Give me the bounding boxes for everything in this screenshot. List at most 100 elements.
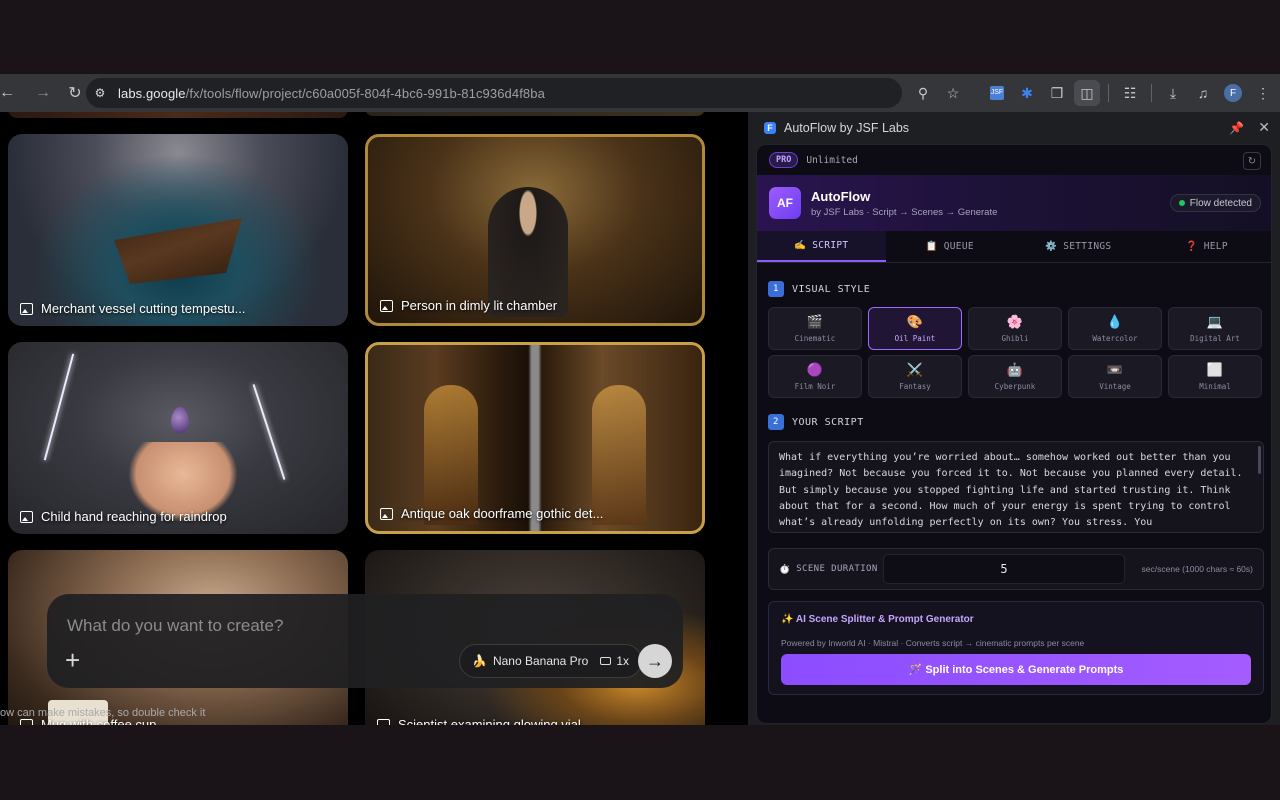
tile-caption: Antique oak doorframe gothic det... xyxy=(380,506,603,521)
extension-logo-icon: F xyxy=(764,122,776,134)
gallery-tile-partial[interactable] xyxy=(8,112,348,118)
brand-header: AF AutoFlow by JSF Labs · Script → Scene… xyxy=(757,175,1271,231)
brand-subtitle: by JSF Labs · Script → Scenes → Generate xyxy=(811,206,998,218)
script-textarea[interactable]: What if everything you’re worried about…… xyxy=(768,441,1264,533)
add-media-icon[interactable]: + xyxy=(65,647,80,673)
lightning-illustration xyxy=(252,384,286,480)
clapper-icon: 🎬 xyxy=(806,314,824,329)
image-icon xyxy=(20,302,33,315)
doorway-illustration xyxy=(424,385,478,525)
tile-caption: Merchant vessel cutting tempestu... xyxy=(20,301,245,316)
style-option-watercolor[interactable]: 💧 Watercolor xyxy=(1068,307,1162,350)
script-heading: 2 YOUR SCRIPT xyxy=(768,414,864,430)
ai-splitter-title: ✨ AI Scene Splitter & Prompt Generator xyxy=(781,614,974,625)
media-control-icon[interactable]: ♫ xyxy=(1190,80,1216,106)
download-icon[interactable]: ⤓ xyxy=(1160,80,1186,106)
status-badge: Flow detected xyxy=(1169,194,1261,212)
purple-circle-icon: 🟣 xyxy=(806,362,824,377)
refresh-icon[interactable]: ↻ xyxy=(1243,152,1261,170)
url-host: labs.google xyxy=(118,85,186,101)
split-generate-button[interactable]: 🪄 Split into Scenes & Generate Prompts xyxy=(781,654,1251,685)
tab-search-icon[interactable]: ☷ xyxy=(1117,80,1143,106)
scene-duration-label: SCENE DURATION xyxy=(796,564,878,574)
scene-duration-input[interactable]: 5 xyxy=(883,554,1125,584)
gallery-tile[interactable]: Person in dimly lit chamber xyxy=(365,134,705,326)
tab-script[interactable]: ✍️ SCRIPT xyxy=(757,231,886,262)
prompt-input[interactable]: What do you want to create? xyxy=(67,616,283,636)
style-option-oil-paint[interactable]: 🎨 Oil Paint xyxy=(868,307,962,350)
close-icon[interactable]: ✕ xyxy=(1258,119,1270,136)
tile-caption: Person in dimly lit chamber xyxy=(380,298,557,313)
gallery-tile[interactable]: Child hand reaching for raindrop xyxy=(8,342,348,534)
ai-splitter-card: ✨ AI Scene Splitter & Prompt Generator P… xyxy=(768,601,1264,695)
robot-icon: 🤖 xyxy=(1006,362,1024,377)
forward-arrow-icon[interactable]: → xyxy=(28,78,58,108)
extension-side-panel: F AutoFlow by JSF Labs 📌 ✕ PRO Unlimited… xyxy=(748,112,1280,725)
style-option-ghibli[interactable]: 🌸 Ghibli xyxy=(968,307,1062,350)
brand-logo: AF xyxy=(769,187,801,219)
profile-avatar[interactable]: F xyxy=(1220,80,1246,106)
style-option-minimal[interactable]: ⬜ Minimal xyxy=(1168,355,1262,398)
image-icon xyxy=(20,510,33,523)
back-arrow-icon[interactable]: ← xyxy=(0,78,15,108)
profile-initial: F xyxy=(1224,84,1242,102)
pro-badge: PRO xyxy=(769,152,799,168)
raindrop-illustration xyxy=(171,407,189,433)
model-selector[interactable]: 🍌 Nano Banana Pro 1x xyxy=(459,644,643,678)
laptop-icon: 💻 xyxy=(1206,314,1224,329)
tile-caption: Child hand reaching for raindrop xyxy=(20,509,227,524)
aspect-ratio-icon xyxy=(600,657,612,665)
palette-icon: 🎨 xyxy=(906,314,924,329)
style-option-cyberpunk[interactable]: 🤖 Cyberpunk xyxy=(968,355,1062,398)
style-option-cinematic[interactable]: 🎬 Cinematic xyxy=(768,307,862,350)
side-panel-icon[interactable]: ◫ xyxy=(1074,80,1100,106)
tab-bar: ✍️ SCRIPT 📋 QUEUE ⚙️ SETTINGS ❓ HELP xyxy=(757,231,1271,263)
tile-caption: Scientist examining glowing vial xyxy=(377,717,581,725)
pinned-extension-icon[interactable]: ✱ xyxy=(1014,80,1040,106)
scene-duration-hint: sec/scene (1000 chars ≈ 60s) xyxy=(1141,564,1253,574)
tab-settings[interactable]: ⚙️ SETTINGS xyxy=(1014,231,1143,262)
style-option-fantasy[interactable]: ⚔️ Fantasy xyxy=(868,355,962,398)
toolbar-actions: ⚲ ☆ JSF ✱ ❒ ◫ ☷ ⤓ ♫ F ⋮ xyxy=(908,74,1280,112)
droplet-icon: 💧 xyxy=(1106,314,1124,329)
side-panel-header: F AutoFlow by JSF Labs xyxy=(748,112,1280,144)
style-option-vintage[interactable]: 📼 Vintage xyxy=(1068,355,1162,398)
gallery-tile-partial[interactable] xyxy=(365,112,705,116)
step-number-badge: 2 xyxy=(768,414,784,430)
step-number-badge: 1 xyxy=(768,281,784,297)
script-scrollbar[interactable] xyxy=(1258,446,1261,474)
brand-text: AutoFlow by JSF Labs · Script → Scenes →… xyxy=(811,189,997,218)
url-text[interactable]: labs.google/fx/tools/flow/project/c60a00… xyxy=(118,86,545,101)
style-option-film-noir[interactable]: 🟣 Film Noir xyxy=(768,355,862,398)
tab-help[interactable]: ❓ HELP xyxy=(1143,231,1272,262)
tab-queue[interactable]: 📋 QUEUE xyxy=(886,231,1015,262)
ship-illustration xyxy=(114,218,242,284)
image-icon xyxy=(380,507,393,520)
browser-toolbar: ← → ↻ ⚙ labs.google/fx/tools/flow/projec… xyxy=(0,74,1280,112)
timer-icon: ⏱️ xyxy=(779,563,791,574)
extensions-puzzle-icon[interactable]: ❒ xyxy=(1044,80,1070,106)
desktop-bottom-area xyxy=(0,725,1280,800)
style-grid: 🎬 Cinematic 🎨 Oil Paint 🌸 Ghibli 💧 Watercolo… xyxy=(768,307,1264,398)
send-arrow-icon[interactable]: → xyxy=(638,644,672,678)
model-name: Nano Banana Pro xyxy=(492,654,589,668)
crossed-swords-icon: ⚔️ xyxy=(906,362,924,377)
autoflow-app: PRO Unlimited ↻ AF AutoFlow by JSF Labs … xyxy=(756,144,1272,724)
more-menu-icon[interactable]: ⋮ xyxy=(1250,80,1276,106)
image-icon xyxy=(380,299,393,312)
desktop-top-area xyxy=(0,0,1280,74)
address-bar[interactable]: ⚙ labs.google/fx/tools/flow/project/c60a… xyxy=(86,78,902,108)
brand-name: AutoFlow xyxy=(811,188,871,204)
style-option-digital-art[interactable]: 💻 Digital Art xyxy=(1168,307,1262,350)
plan-label: Unlimited xyxy=(806,154,858,166)
toolbar-separator xyxy=(1151,84,1152,102)
pin-icon[interactable]: 📌 xyxy=(1229,121,1244,135)
output-count: 1x xyxy=(616,654,630,668)
site-settings-icon[interactable]: ⚙ xyxy=(88,81,112,105)
bookmark-star-icon[interactable]: ☆ xyxy=(940,80,966,106)
zoom-icon[interactable]: ⚲ xyxy=(910,80,936,106)
scene-duration-row: ⏱️ SCENE DURATION 5 sec/scene (1000 char… xyxy=(768,548,1264,590)
gallery-tile[interactable]: Merchant vessel cutting tempestu... xyxy=(8,134,348,326)
gallery-tile[interactable]: Antique oak doorframe gothic det... xyxy=(365,342,705,534)
jsf-extension-icon[interactable]: JSF xyxy=(984,80,1010,106)
